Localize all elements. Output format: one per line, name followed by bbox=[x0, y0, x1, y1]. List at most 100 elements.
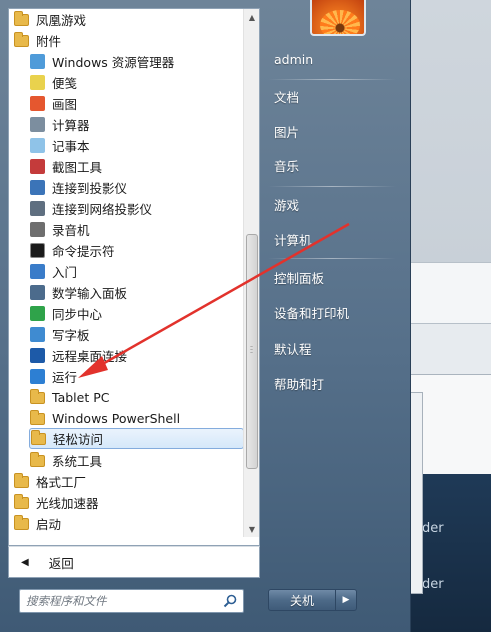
command-prompt-icon bbox=[29, 243, 45, 259]
program-item[interactable]: 启动 bbox=[13, 513, 235, 534]
search-input[interactable] bbox=[26, 592, 216, 610]
background-window-fragment bbox=[400, 324, 491, 374]
program-item[interactable]: 连接到网络投影仪 bbox=[29, 198, 235, 219]
menu-item-devices-printers[interactable]: 设备和打印机 bbox=[274, 303, 349, 322]
program-item[interactable]: 入门 bbox=[29, 261, 235, 282]
program-item[interactable]: 格式工厂 bbox=[13, 471, 235, 492]
program-item-label: 入门 bbox=[52, 265, 78, 280]
program-item[interactable]: 轻松访问 bbox=[29, 428, 244, 449]
back-label: 返回 bbox=[48, 555, 74, 571]
program-item[interactable]: Tablet PC bbox=[29, 387, 235, 408]
menu-item-default-programs[interactable]: 默认程 bbox=[274, 339, 312, 358]
network-projector-icon bbox=[29, 201, 45, 217]
program-item[interactable]: 便笺 bbox=[29, 72, 235, 93]
background-window-text: der bbox=[422, 577, 444, 592]
getting-started-icon bbox=[29, 264, 45, 280]
menu-item-games[interactable]: 游戏 bbox=[274, 195, 299, 214]
run-icon bbox=[29, 369, 45, 385]
calculator-icon bbox=[29, 117, 45, 133]
search-box[interactable] bbox=[19, 589, 244, 613]
menu-item-help-support[interactable]: 帮助和打 bbox=[274, 374, 324, 393]
program-item[interactable]: 光线加速器 bbox=[13, 492, 235, 513]
program-item[interactable]: 命令提示符 bbox=[29, 240, 235, 261]
program-item-label: 系统工具 bbox=[52, 454, 103, 469]
program-item-label: 截图工具 bbox=[52, 160, 103, 175]
scroll-up-arrow-icon[interactable]: ▲ bbox=[244, 9, 260, 25]
program-item-label: 计算器 bbox=[52, 118, 90, 133]
program-item-label: 同步中心 bbox=[52, 307, 103, 322]
user-avatar[interactable] bbox=[310, 0, 366, 36]
program-item[interactable]: 同步中心 bbox=[29, 303, 235, 324]
projector-icon bbox=[29, 180, 45, 196]
scroll-grip-icon: – – – bbox=[250, 343, 253, 356]
folder-icon bbox=[30, 429, 46, 447]
shutdown-options-button[interactable]: ▶ bbox=[335, 589, 357, 611]
wordpad-icon bbox=[29, 327, 45, 343]
notepad-icon bbox=[29, 138, 45, 154]
program-item-label: 连接到投影仪 bbox=[52, 181, 128, 196]
program-item-label: 光线加速器 bbox=[36, 496, 99, 511]
program-item[interactable]: 附件 bbox=[13, 30, 235, 51]
programs-scrollbar[interactable]: ▲ – – – ▼ bbox=[243, 9, 259, 537]
folder-icon bbox=[13, 472, 29, 490]
program-item[interactable]: 运行 bbox=[29, 366, 235, 387]
program-item[interactable]: Windows 资源管理器 bbox=[29, 51, 235, 72]
program-item-label: 录音机 bbox=[52, 223, 90, 238]
program-item-label: Windows PowerShell bbox=[52, 411, 181, 426]
chevron-right-icon: ▶ bbox=[342, 595, 350, 605]
menu-item-user-admin[interactable]: admin bbox=[274, 52, 313, 67]
program-item-label: 启动 bbox=[36, 517, 62, 532]
folder-icon bbox=[29, 451, 45, 469]
scroll-down-arrow-icon[interactable]: ▼ bbox=[244, 521, 260, 537]
program-item-label: 写字板 bbox=[52, 328, 90, 343]
program-item-label: 格式工厂 bbox=[36, 475, 87, 490]
folder-icon bbox=[13, 493, 29, 511]
explorer-icon bbox=[29, 54, 45, 70]
program-item[interactable]: 写字板 bbox=[29, 324, 235, 345]
program-item-label: 附件 bbox=[36, 34, 62, 49]
sticky-notes-icon bbox=[29, 75, 45, 91]
program-item-label: 便笺 bbox=[52, 76, 78, 91]
program-item[interactable]: 凤凰游戏 bbox=[13, 9, 235, 30]
program-item[interactable]: 数学输入面板 bbox=[29, 282, 235, 303]
menu-separator bbox=[268, 258, 396, 259]
sync-center-icon bbox=[29, 306, 45, 322]
program-item[interactable]: 截图工具 bbox=[29, 156, 235, 177]
menu-item-computer[interactable]: 计算机 bbox=[274, 230, 312, 249]
folder-icon bbox=[13, 31, 29, 49]
menu-item-documents[interactable]: 文档 bbox=[274, 87, 299, 106]
program-item[interactable]: 录音机 bbox=[29, 219, 235, 240]
menu-separator bbox=[268, 186, 396, 187]
remote-desktop-icon bbox=[29, 348, 45, 364]
menu-separator bbox=[268, 79, 396, 80]
program-item-label: 数学输入面板 bbox=[52, 286, 128, 301]
program-item[interactable]: 远程桌面连接 bbox=[29, 345, 235, 366]
program-item-label: 记事本 bbox=[52, 139, 90, 154]
folder-icon bbox=[29, 388, 45, 406]
program-item[interactable]: 画图 bbox=[29, 93, 235, 114]
program-item[interactable]: 连接到投影仪 bbox=[29, 177, 235, 198]
menu-item-control-panel[interactable]: 控制面板 bbox=[274, 268, 324, 287]
back-button[interactable]: ◀ 返回 bbox=[8, 546, 260, 578]
menu-item-music[interactable]: 音乐 bbox=[274, 156, 299, 175]
program-item-label: 画图 bbox=[52, 97, 78, 112]
search-icon[interactable] bbox=[223, 594, 237, 608]
program-item-label: 运行 bbox=[52, 370, 78, 385]
program-item[interactable]: 记事本 bbox=[29, 135, 235, 156]
back-arrow-icon: ◀ bbox=[21, 556, 29, 568]
program-item-label: 连接到网络投影仪 bbox=[52, 202, 153, 217]
shutdown-button[interactable]: 关机 bbox=[268, 589, 336, 611]
folder-icon bbox=[13, 514, 29, 532]
menu-item-pictures[interactable]: 图片 bbox=[274, 122, 299, 141]
program-item-label: 轻松访问 bbox=[53, 432, 104, 447]
background-window-text: der bbox=[422, 521, 444, 536]
folder-icon bbox=[13, 10, 29, 28]
math-input-icon bbox=[29, 285, 45, 301]
program-item[interactable]: Windows PowerShell bbox=[29, 408, 235, 429]
scroll-thumb[interactable]: – – – bbox=[246, 234, 258, 469]
program-item[interactable]: 计算器 bbox=[29, 114, 235, 135]
program-item[interactable]: 系统工具 bbox=[29, 450, 235, 471]
background-window-fragment bbox=[400, 262, 491, 324]
program-item-label: 命令提示符 bbox=[52, 244, 115, 259]
program-item-label: 凤凰游戏 bbox=[36, 13, 87, 28]
